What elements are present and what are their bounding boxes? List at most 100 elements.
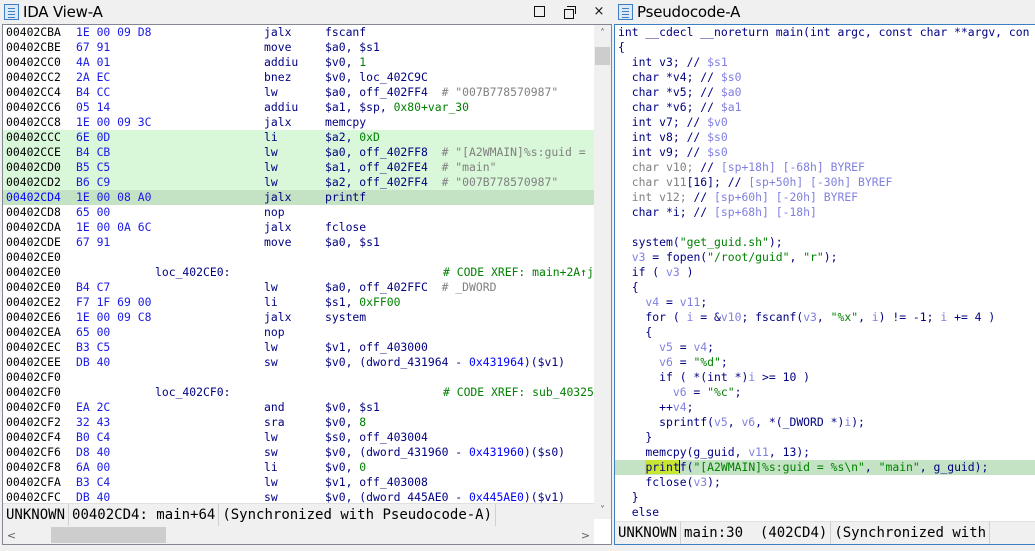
disasm-line[interactable]: 00402CBE 67 91 move $a0, $s1 xyxy=(3,40,594,55)
operands[interactable]: $a0, off_402FFC # _DWORD xyxy=(325,280,496,295)
disasm-line[interactable]: 00402CF8 6A 00 li $v0, 0 xyxy=(3,460,594,475)
operands[interactable]: $v0, loc_402C9C xyxy=(325,70,428,85)
pseudocode-line[interactable]: int __cdecl __noreturn main(int argc, co… xyxy=(615,25,1035,40)
pseudocode-line[interactable]: ++v4; xyxy=(615,400,1035,415)
pseudocode-line[interactable]: v5 = v4; xyxy=(615,340,1035,355)
pseudocode-line[interactable]: if ( v3 ) xyxy=(615,265,1035,280)
disassembly-view[interactable]: 00402CBA 1E 00 09 D8 jalx fscanf 00402CBE 67 … xyxy=(2,24,612,545)
scroll-left-icon[interactable]: < xyxy=(3,526,20,544)
disasm-line[interactable]: 00402CEA 65 00 nop xyxy=(3,325,594,340)
pseudocode-line[interactable]: sprintf(v5, v6, *(_DWORD *)i); xyxy=(615,415,1035,430)
pseudocode-line[interactable]: if ( *(int *)i >= 10 ) xyxy=(615,370,1035,385)
operands[interactable]: $v0, $s1 xyxy=(325,400,380,415)
pseudocode-line[interactable]: memcpy(g_guid, v11, 13); xyxy=(615,445,1035,460)
operands[interactable]: $a2, 0xD xyxy=(325,130,380,145)
pseudocode-line[interactable]: char *v6; // $a1 xyxy=(615,100,1035,115)
operands[interactable]: $v1, off_403000 xyxy=(325,340,428,355)
pseudocode-line[interactable]: { xyxy=(615,40,1035,55)
pseudocode-line[interactable]: char v11[16]; // [sp+50h] [-30h] BYREF xyxy=(615,175,1035,190)
pseudocode-view[interactable]: int __cdecl __noreturn main(int argc, co… xyxy=(614,24,1035,545)
disasm-line[interactable]: 00402CE0 B4 C7 lw $a0, off_402FFC # _DWORD xyxy=(3,280,594,295)
scrollbar-thumb[interactable] xyxy=(595,47,610,65)
disasm-line[interactable]: 00402CE0 loc_402CE0: # CODE XREF: main+2A↑… xyxy=(3,265,594,280)
disasm-line[interactable]: 00402CF0 xyxy=(3,370,594,385)
pseudocode-line[interactable]: system("get_guid.sh"); xyxy=(615,235,1035,250)
operands[interactable]: $a0, off_402FF4 # "007B778570987" xyxy=(325,85,558,100)
disasm-line[interactable]: 00402CD4 1E 00 08 A0 jalx printf xyxy=(3,190,594,205)
operands[interactable]: $a1, off_402FE4 # "main" xyxy=(325,160,496,175)
horizontal-scrollbar[interactable]: < > xyxy=(3,526,594,544)
pseudocode-listing[interactable]: int __cdecl __noreturn main(int argc, co… xyxy=(615,25,1035,521)
pseudocode-line[interactable]: char *v4; // $s0 xyxy=(615,70,1035,85)
operands[interactable]: $s0, off_403004 xyxy=(325,430,428,445)
pseudocode-line[interactable]: v6 = "%c"; xyxy=(615,385,1035,400)
vertical-scrollbar[interactable]: ˄ ˅ xyxy=(594,25,611,519)
disasm-line[interactable]: 00402CD2 B6 C9 lw $a2, off_402FF4 # "007B77… xyxy=(3,175,594,190)
pseudocode-line[interactable]: int v7; // $v0 xyxy=(615,115,1035,130)
pseudocode-line[interactable]: fclose(v3); xyxy=(615,475,1035,490)
operands[interactable]: $v0, 0 xyxy=(325,460,366,475)
restore-button[interactable] xyxy=(562,3,576,19)
pseudocode-line[interactable]: int v12; // [sp+60h] [-20h] BYREF xyxy=(615,190,1035,205)
disasm-line[interactable]: 00402CFC DB 40 sw $v0, (dword_445AE0 - 0x44… xyxy=(3,490,594,503)
disasm-line[interactable]: 00402CD0 B5 C5 lw $a1, off_402FE4 # "main" xyxy=(3,160,594,175)
pseudocode-line[interactable]: for ( i = &v10; fscanf(v3, "%x", i) != -… xyxy=(615,310,1035,325)
operands[interactable]: system xyxy=(325,310,366,325)
disasm-line[interactable]: 00402CF6 D8 40 sw $v0, (dword_431960 - 0x43… xyxy=(3,445,594,460)
operands[interactable]: $v0, 8 xyxy=(325,415,366,430)
disasm-line[interactable]: 00402CDA 1E 00 0A 6C jalx fclose xyxy=(3,220,594,235)
disasm-line[interactable]: 00402CD8 65 00 nop xyxy=(3,205,594,220)
disasm-line[interactable]: 00402CEC B3 C5 lw $v1, off_403000 xyxy=(3,340,594,355)
close-button[interactable]: × xyxy=(592,3,606,19)
disasm-line[interactable]: 00402CC6 05 14 addiu $a1, $sp, 0x80+var_30 xyxy=(3,100,594,115)
disasm-line[interactable]: 00402CCC 6E 0D li $a2, 0xD xyxy=(3,130,594,145)
disasm-line[interactable]: 00402CC0 4A 01 addiu $v0, 1 xyxy=(3,55,594,70)
maximize-button[interactable] xyxy=(532,3,546,19)
disasm-line[interactable]: 00402CF4 B0 C4 lw $s0, off_403004 xyxy=(3,430,594,445)
pseudocode-line[interactable]: { xyxy=(615,280,1035,295)
pseudocode-line[interactable] xyxy=(615,220,1035,235)
pseudocode-line[interactable]: printf("[A2WMAIN]%s:guid = %s\n", "main"… xyxy=(615,460,1035,475)
disasm-line[interactable]: 00402CF0 loc_402CF0: # CODE XREF: sub_4032… xyxy=(3,385,594,400)
pseudocode-line[interactable]: int v9; // $s0 xyxy=(615,145,1035,160)
disassembly-listing[interactable]: 00402CBA 1E 00 09 D8 jalx fscanf 00402CBE 67 … xyxy=(3,25,594,503)
operands[interactable]: memcpy xyxy=(325,115,366,130)
pseudocode-line[interactable]: char *i; // [sp+68h] [-18h] xyxy=(615,205,1035,220)
xref-comment[interactable]: # CODE XREF: sub_40325 xyxy=(443,385,594,400)
scroll-up-icon[interactable]: ˄ xyxy=(594,25,611,42)
pseudocode-line[interactable]: char v10; // [sp+18h] [-68h] BYREF xyxy=(615,160,1035,175)
pseudocode-line[interactable]: v3 = fopen("/root/guid", "r"); xyxy=(615,250,1035,265)
disasm-line[interactable]: 00402CDE 67 91 move $a0, $s1 xyxy=(3,235,594,250)
pseudocode-line[interactable]: int v8; // $s0 xyxy=(615,130,1035,145)
operands[interactable]: fclose xyxy=(325,220,366,235)
pseudocode-line[interactable]: } xyxy=(615,490,1035,505)
operands[interactable]: $v0, (dword_431964 - 0x431964)($v1) xyxy=(325,355,565,370)
operands[interactable]: $a0, off_402FF8 # "[A2WMAIN]%s:guid = xyxy=(325,145,586,160)
operands[interactable]: $v1, off_403008 xyxy=(325,475,428,490)
pseudocode-line[interactable]: char *v5; // $a0 xyxy=(615,85,1035,100)
disasm-line[interactable]: 00402CE6 1E 00 09 C8 jalx system xyxy=(3,310,594,325)
disasm-line[interactable]: 00402CC2 2A EC bnez $v0, loc_402C9C xyxy=(3,70,594,85)
disasm-line[interactable]: 00402CFA B3 C4 lw $v1, off_403008 xyxy=(3,475,594,490)
operands[interactable]: $a1, $sp, 0x80+var_30 xyxy=(325,100,469,115)
operands[interactable]: $v0, (dword_445AE0 - 0x445AE0)($v1) xyxy=(325,490,565,503)
operands[interactable]: printf xyxy=(325,190,366,205)
hscrollbar-thumb[interactable] xyxy=(51,527,166,543)
xref-comment[interactable]: # CODE XREF: main+2A↑j xyxy=(443,265,594,280)
pseudocode-titlebar[interactable]: Pseudocode-A xyxy=(614,0,1035,24)
disasm-line[interactable]: 00402CE2 F7 1F 69 00 li $s1, 0xFF00 xyxy=(3,295,594,310)
operands[interactable]: fscanf xyxy=(325,25,366,40)
operands[interactable]: $a2, off_402FF4 # "007B778570987" xyxy=(325,175,558,190)
disasm-line[interactable]: 00402CC8 1E 00 09 3C jalx memcpy xyxy=(3,115,594,130)
disasm-line[interactable]: 00402CBA 1E 00 09 D8 jalx fscanf xyxy=(3,25,594,40)
pseudocode-line[interactable]: v6 = "%d"; xyxy=(615,355,1035,370)
pseudocode-line[interactable]: else xyxy=(615,505,1035,520)
pseudocode-line[interactable]: } xyxy=(615,430,1035,445)
disasm-line[interactable]: 00402CCE B4 CB lw $a0, off_402FF8 # "[A2WMA… xyxy=(3,145,594,160)
scroll-down-icon[interactable]: ˅ xyxy=(594,502,611,519)
operands[interactable]: $a0, $s1 xyxy=(325,235,380,250)
operands[interactable]: $a0, $s1 xyxy=(325,40,380,55)
pseudocode-line[interactable]: { xyxy=(615,325,1035,340)
disasm-line[interactable]: 00402CC4 B4 CC lw $a0, off_402FF4 # "007B77… xyxy=(3,85,594,100)
disasm-line[interactable]: 00402CF2 32 43 sra $v0, 8 xyxy=(3,415,594,430)
